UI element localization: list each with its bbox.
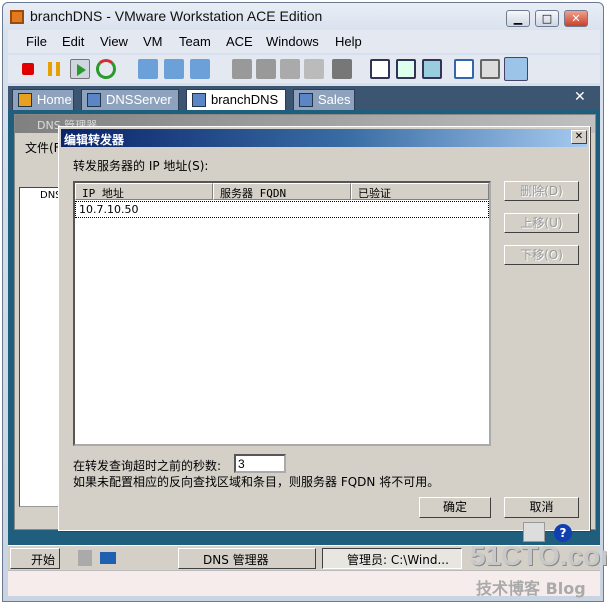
full-screen-icon[interactable] bbox=[396, 59, 416, 79]
fqdn-note: 如果未配置相应的反向查找区域和条目，则服务器 FQDN 将不可用。 bbox=[73, 475, 440, 489]
send-keys-icon[interactable] bbox=[332, 59, 352, 79]
tab-home[interactable]: Home bbox=[12, 89, 74, 110]
taskbar-item-cmd[interactable]: 管理员: C:\Wind... bbox=[322, 548, 462, 569]
keyboard-icon[interactable] bbox=[523, 522, 545, 542]
sidebar-view-icon[interactable] bbox=[370, 59, 390, 79]
vm-icon bbox=[87, 93, 101, 107]
menu-view[interactable]: View bbox=[100, 34, 128, 49]
server-manager-icon[interactable] bbox=[78, 550, 92, 566]
watermark-subtitle: 技术博客 Blog bbox=[476, 579, 586, 598]
maximize-button[interactable]: □ bbox=[535, 10, 559, 27]
menu-bar: File Edit View VM Team ACE Windows Help bbox=[8, 30, 600, 53]
dns-tree: DNS bbox=[19, 187, 62, 507]
dialog-close-button[interactable]: ✕ bbox=[571, 130, 587, 144]
window-title: branchDNS - VMware Workstation ACE Editi… bbox=[30, 8, 323, 24]
timeout-input[interactable] bbox=[234, 454, 286, 473]
show-desktop-icon[interactable] bbox=[100, 552, 116, 564]
usb-icon[interactable] bbox=[304, 59, 324, 79]
tab-sales[interactable]: Sales bbox=[293, 89, 355, 110]
snapshot-manager-icon[interactable] bbox=[190, 59, 210, 79]
move-up-button[interactable]: 上移(U) bbox=[504, 213, 579, 233]
column-server-fqdn[interactable]: 服务器 FQDN bbox=[213, 183, 351, 200]
snapshot-icon[interactable] bbox=[138, 59, 158, 79]
home-icon bbox=[18, 93, 32, 107]
quick-switch-icon[interactable] bbox=[422, 59, 442, 79]
console-view-icon[interactable] bbox=[480, 59, 500, 79]
vm-icon bbox=[299, 93, 313, 107]
edit-forwarders-dialog: 编辑转发器 ✕ 转发服务器的 IP 地址(S): IP 地址 服务器 FQDN … bbox=[58, 126, 590, 531]
ok-button[interactable]: 确定 bbox=[419, 497, 491, 518]
close-button[interactable]: ✕ bbox=[564, 10, 588, 27]
move-down-button[interactable]: 下移(O) bbox=[504, 245, 579, 265]
menu-ace[interactable]: ACE bbox=[226, 34, 253, 49]
delete-button[interactable]: 删除(D) bbox=[504, 181, 579, 201]
column-validated[interactable]: 已验证 bbox=[351, 183, 489, 200]
vmware-logo-icon bbox=[10, 10, 24, 24]
dialog-title: 编辑转发器 bbox=[61, 129, 587, 147]
summary-view-icon[interactable] bbox=[454, 59, 474, 79]
menu-vm[interactable]: VM bbox=[143, 34, 163, 49]
start-button[interactable]: 开始 bbox=[10, 548, 60, 569]
power-off-icon[interactable] bbox=[22, 63, 34, 75]
forwarders-list-label: 转发服务器的 IP 地址(S): bbox=[73, 159, 209, 173]
vm-view-icon[interactable] bbox=[504, 57, 528, 81]
timeout-label: 在转发查询超时之前的秒数: bbox=[73, 459, 222, 473]
power-on-icon[interactable] bbox=[70, 59, 90, 79]
forwarders-list[interactable]: IP 地址 服务器 FQDN 已验证 10.7.10.50 bbox=[73, 181, 491, 446]
team-add-icon[interactable] bbox=[256, 59, 276, 79]
tab-dnsserver[interactable]: DNSServer bbox=[81, 89, 179, 110]
toolbar bbox=[8, 55, 600, 83]
menu-help[interactable]: Help bbox=[335, 34, 362, 49]
menu-edit[interactable]: Edit bbox=[62, 34, 84, 49]
reset-icon[interactable] bbox=[96, 59, 116, 79]
menu-file[interactable]: File bbox=[26, 34, 47, 49]
device-icon[interactable] bbox=[280, 59, 300, 79]
team-icon[interactable] bbox=[232, 59, 252, 79]
suspend-icon[interactable] bbox=[48, 62, 60, 76]
column-ip-address[interactable]: IP 地址 bbox=[75, 183, 213, 200]
close-tab-button[interactable]: ✕ bbox=[574, 89, 586, 105]
menu-team[interactable]: Team bbox=[179, 34, 211, 49]
ip-cell[interactable]: 10.7.10.50 bbox=[79, 203, 138, 216]
watermark-logo: 51CTO.com bbox=[470, 540, 607, 571]
vm-icon bbox=[192, 93, 206, 107]
tab-branchdns[interactable]: branchDNS bbox=[186, 89, 286, 110]
taskbar-item-dns-manager[interactable]: DNS 管理器 bbox=[178, 548, 316, 569]
cancel-button[interactable]: 取消 bbox=[504, 497, 579, 518]
revert-snapshot-icon[interactable] bbox=[164, 59, 184, 79]
minimize-button[interactable]: ▁ bbox=[506, 10, 530, 27]
menu-windows[interactable]: Windows bbox=[266, 34, 319, 49]
tab-bar: Home DNSServer branchDNS Sales ✕ bbox=[8, 86, 600, 110]
table-row[interactable]: 10.7.10.50 bbox=[75, 201, 489, 218]
